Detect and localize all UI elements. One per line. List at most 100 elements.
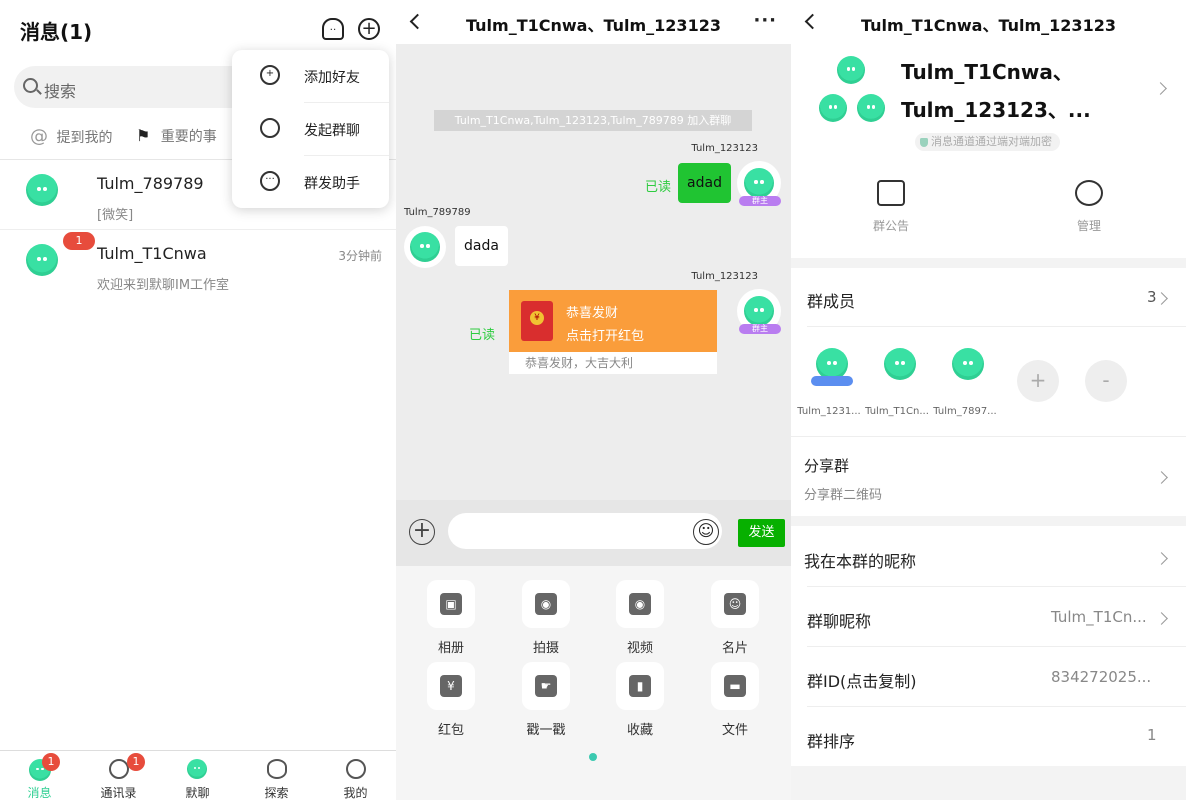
contacts-icon (109, 759, 129, 779)
image-icon: ▣ (440, 593, 462, 615)
video-camera-icon: ◉ (629, 593, 651, 615)
message-bubble[interactable]: dada (455, 226, 508, 266)
menu-broadcast[interactable]: ··· 群发助手 (232, 156, 389, 208)
member-avatar (857, 94, 885, 122)
send-button[interactable]: 发送 (738, 519, 785, 547)
search-placeholder: 搜索 (44, 82, 77, 101)
menu-add-friend[interactable]: + 添加好友 (232, 50, 389, 102)
poke-icon: ☛ (535, 675, 557, 697)
red-packet-action: 点击打开红包 (566, 329, 645, 344)
group-name[interactable]: Tulm_T1Cnwa、 (901, 56, 1073, 85)
tool-label: 戳一戳 (526, 723, 566, 738)
emoji-icon[interactable]: ☺ (693, 519, 719, 545)
member-name: Tulm_7897... (933, 406, 997, 417)
group-sort-value: 1 (1147, 726, 1157, 744)
input-bar: + ☺ 发送 (396, 500, 791, 566)
back-icon[interactable] (804, 13, 821, 30)
tool-favorites[interactable]: ▮ 收藏 (610, 662, 670, 742)
tool-camera[interactable]: ◉ 拍摄 (516, 580, 576, 660)
plus-icon[interactable]: + (358, 18, 380, 40)
members-label[interactable]: 群成员 (807, 288, 855, 312)
group-nickname-value: Tulm_T1Cn... (1051, 608, 1147, 626)
my-nickname-row[interactable]: 我在本群的昵称 (804, 548, 916, 572)
ghost-icon[interactable]: ‥ (322, 18, 344, 40)
group-sort-row[interactable]: 群排序 (807, 728, 855, 752)
ghost-icon (187, 759, 207, 779)
tab-label: 默聊 (185, 786, 210, 800)
avatar[interactable] (404, 226, 446, 268)
group-chat-icon (260, 118, 280, 138)
tool-album[interactable]: ▣ 相册 (421, 580, 481, 660)
divider (791, 436, 1186, 437)
add-member-button[interactable]: + (1017, 360, 1059, 402)
share-group-subtitle: 分享群二维码 (804, 488, 883, 503)
menu-label: 添加好友 (304, 70, 360, 86)
tab-explore[interactable]: 探索 (237, 751, 316, 800)
chat-header: Tulm_T1Cnwa、Tulm_123123... ··· (396, 0, 791, 44)
chat-panel: Tulm_T1Cnwa、Tulm_123123... ··· Tulm_T1Cn… (396, 0, 791, 800)
settings-header: Tulm_T1Cnwa、Tulm_123123... (791, 0, 1186, 44)
filter-label: 提到我的 (56, 130, 113, 146)
back-icon[interactable] (409, 13, 426, 30)
more-dots-icon: ··· (260, 171, 280, 191)
conversation-item[interactable]: 1 Tulm_T1Cnwa 欢迎来到默聊IM工作室 3分钟前 (0, 230, 396, 300)
camera-icon: ◉ (535, 593, 557, 615)
more-icon[interactable]: ··· (753, 10, 777, 31)
tab-contacts[interactable]: 1 通讯录 (79, 751, 158, 800)
contact-card-icon: ☺ (724, 593, 746, 615)
red-packet-message[interactable]: 恭喜发财 点击打开红包 恭喜发财，大吉大利 (509, 290, 717, 374)
group-id-row[interactable]: 群ID(点击复制) (807, 668, 917, 692)
group-name[interactable]: Tulm_123123、... (901, 94, 1091, 123)
message-bubble[interactable]: adad (678, 163, 731, 203)
tab-label: 我的 (343, 786, 368, 800)
member-avatar (837, 56, 865, 84)
avatar (884, 348, 916, 380)
conversation-name: Tulm_789789 (97, 174, 204, 193)
search-icon (23, 78, 38, 93)
divider (807, 706, 1186, 707)
tab-molia[interactable]: 默聊 (158, 751, 237, 800)
message-input[interactable] (448, 513, 722, 549)
tab-label: 通讯录 (100, 786, 137, 800)
tab-me[interactable]: 我的 (316, 751, 395, 800)
tool-red-packet[interactable]: ¥ 红包 (421, 662, 481, 742)
gear-icon (1075, 180, 1103, 206)
tab-messages[interactable]: 1 消息 (0, 751, 79, 800)
group-nickname-row[interactable]: 群聊昵称 (807, 608, 871, 632)
tab-label: 消息 (27, 786, 52, 800)
tool-grid: ▣ 相册 ◉ 拍摄 ◉ 视频 ☺ 名片 ¥ 红包 ☛ 戳一戳 ▮ 收藏 ▬ 文件 (396, 566, 791, 800)
encryption-note: 消息通道通过端对端加密 (915, 133, 1060, 151)
members-card: 群成员 3 Tulm_1231... Tulm_T1Cn... Tulm_789… (791, 268, 1186, 516)
messages-panel: 消息(1) ‥ + 搜索 @ 提到我的 ⚑ 重要的事 Tulm_789789 [… (0, 0, 396, 800)
unread-badge: 1 (63, 232, 95, 250)
read-status: 已读 (645, 180, 672, 195)
tool-label: 文件 (721, 723, 748, 738)
menu-label: 发起群聊 (304, 123, 360, 139)
page-title: 消息(1) (20, 20, 93, 44)
divider (807, 586, 1186, 587)
conversation-preview: 欢迎来到默聊IM工作室 (97, 278, 230, 293)
conversation-name: Tulm_T1Cnwa (97, 244, 207, 263)
chevron-right-icon (1154, 82, 1167, 95)
filter-important[interactable]: ⚑ 重要的事 (136, 126, 217, 146)
tool-card[interactable]: ☺ 名片 (705, 580, 765, 660)
avatar (26, 244, 58, 276)
sender-name: Tulm_123123 (691, 271, 758, 282)
chevron-right-icon (1155, 471, 1168, 484)
page-indicator (589, 753, 597, 761)
tool-label: 名片 (721, 641, 748, 656)
share-group-title[interactable]: 分享群 (804, 455, 849, 476)
menu-start-group[interactable]: 发起群聊 (232, 103, 389, 155)
at-icon: @ (30, 126, 48, 147)
plus-icon[interactable]: + (409, 519, 435, 545)
menu-label: 群发助手 (304, 176, 360, 192)
tool-file[interactable]: ▬ 文件 (705, 662, 765, 742)
remove-member-button[interactable]: - (1085, 360, 1127, 402)
tool-poke[interactable]: ☛ 戳一戳 (516, 662, 576, 742)
filter-label: 重要的事 (160, 129, 217, 145)
search-input[interactable]: 搜索 (14, 66, 264, 108)
tab-badge: 1 (42, 753, 60, 771)
filter-mentions[interactable]: @ 提到我的 (30, 126, 112, 147)
tool-video[interactable]: ◉ 视频 (610, 580, 670, 660)
group-info-card: Tulm_T1Cnwa、 Tulm_123123、... 消息通道通过端对端加密… (791, 44, 1186, 258)
